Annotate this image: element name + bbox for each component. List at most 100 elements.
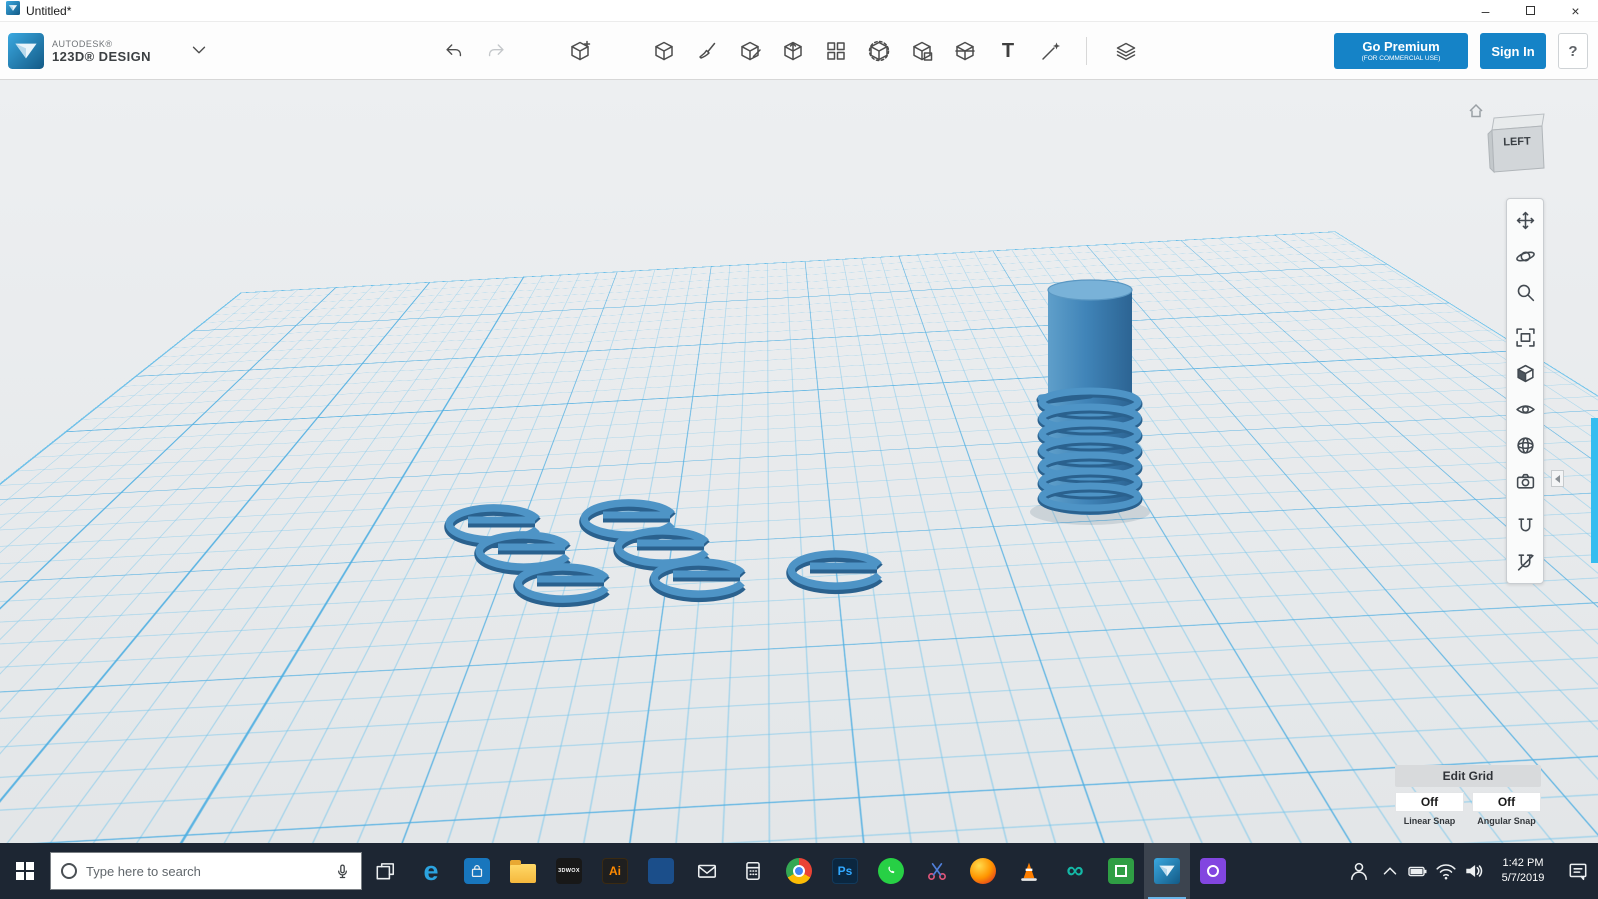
- snap-off-button[interactable]: [1507, 544, 1543, 580]
- loop-app-button[interactable]: ∞: [1052, 843, 1098, 899]
- snap-button[interactable]: [1507, 508, 1543, 544]
- brand-text: AUTODESK® 123D® DESIGN: [52, 39, 151, 64]
- calculator-icon: [746, 861, 760, 881]
- purple-app-button[interactable]: [1190, 843, 1236, 899]
- app-brand: AUTODESK® 123D® DESIGN: [8, 33, 151, 69]
- help-button[interactable]: ?: [1558, 33, 1588, 69]
- linear-snap-toggle[interactable]: Off: [1395, 792, 1464, 812]
- open-ring[interactable]: [518, 567, 606, 602]
- 123d-logo-icon: [8, 33, 44, 69]
- grouping-tool-button[interactable]: [861, 33, 897, 69]
- edit-grid-button[interactable]: Edit Grid: [1395, 765, 1541, 787]
- cortana-icon: [61, 863, 77, 879]
- main-menu-dropdown[interactable]: [188, 39, 212, 63]
- 123d-design-app-button[interactable]: [1144, 843, 1190, 899]
- folder-icon: [510, 859, 536, 883]
- screenshot-button[interactable]: [1507, 463, 1543, 499]
- restore-button[interactable]: [1508, 0, 1553, 21]
- pattern-tool-button[interactable]: [818, 33, 854, 69]
- combine-tool-button[interactable]: [904, 33, 940, 69]
- network-status[interactable]: [1432, 843, 1460, 899]
- pan-icon: [1516, 211, 1534, 229]
- visibility-button[interactable]: [1507, 391, 1543, 427]
- 3dwox-icon: 3DWOX: [556, 858, 582, 884]
- battery-status[interactable]: [1404, 843, 1432, 899]
- measure-tool-button[interactable]: [1033, 33, 1069, 69]
- 3dwox-app-button[interactable]: 3DWOX: [546, 843, 592, 899]
- material-tool-button[interactable]: [1108, 33, 1144, 69]
- start-button[interactable]: [0, 843, 50, 899]
- pan-button[interactable]: [1507, 202, 1543, 238]
- vlc-app-button[interactable]: [1006, 843, 1052, 899]
- calculator-app-button[interactable]: [730, 843, 776, 899]
- people-button[interactable]: [1342, 843, 1376, 899]
- construct-tool-button[interactable]: [732, 33, 768, 69]
- scissors-icon: [928, 863, 946, 880]
- modify-tool-button[interactable]: [775, 33, 811, 69]
- window-title: Untitled*: [26, 3, 72, 18]
- modify-icon: [784, 41, 802, 61]
- window-controls: – ×: [1463, 0, 1598, 21]
- firefox-app-button[interactable]: [960, 843, 1006, 899]
- illustrator-icon: Ai: [602, 858, 628, 884]
- mail-app-button[interactable]: [684, 843, 730, 899]
- sketch-tool-button[interactable]: [689, 33, 725, 69]
- tile-grid-icon: [648, 858, 674, 884]
- snip-app-button[interactable]: [914, 843, 960, 899]
- close-button[interactable]: ×: [1553, 0, 1598, 21]
- people-icon: [1351, 862, 1367, 881]
- home-icon[interactable]: [1469, 103, 1483, 118]
- minimize-button[interactable]: –: [1463, 0, 1508, 21]
- 3d-viewport[interactable]: LEFT Edit Grid Off Linear Snap Off Angul…: [0, 80, 1598, 843]
- view-mode-button[interactable]: [1507, 355, 1543, 391]
- snap-row: Off Linear Snap Off Angular Snap: [1395, 792, 1541, 826]
- magnet-icon: [1517, 517, 1533, 531]
- show-hidden-icons-button[interactable]: [1376, 843, 1404, 899]
- chrome-app-button[interactable]: [776, 843, 822, 899]
- grouping-icon: [868, 40, 890, 62]
- sign-in-button[interactable]: Sign In: [1480, 33, 1546, 69]
- text-tool-button[interactable]: T: [990, 33, 1026, 69]
- redo-button[interactable]: [478, 33, 514, 69]
- action-center-button[interactable]: [1558, 843, 1598, 899]
- photoshop-app-button[interactable]: Ps: [822, 843, 868, 899]
- zoom-to-fit-button[interactable]: [1507, 319, 1543, 355]
- angular-snap-toggle[interactable]: Off: [1472, 792, 1541, 812]
- open-ring[interactable]: [791, 554, 879, 589]
- system-tray: 1:42 PM 5/7/2019: [1342, 843, 1598, 899]
- zoom-button[interactable]: [1507, 274, 1543, 310]
- purple-app-icon: [1200, 858, 1226, 884]
- go-premium-button[interactable]: Go Premium (FOR COMMERCIAL USE): [1334, 33, 1468, 69]
- magnet-off-icon: [1517, 553, 1534, 571]
- taskbar-search-input[interactable]: [86, 863, 325, 879]
- threaded-cylinder[interactable]: [1036, 279, 1138, 515]
- orbit-button[interactable]: [1507, 238, 1543, 274]
- taskbar-search[interactable]: [50, 852, 362, 890]
- store-icon: [464, 858, 490, 884]
- view-cube[interactable]: LEFT: [1462, 98, 1554, 178]
- taskbar-clock[interactable]: 1:42 PM 5/7/2019: [1488, 856, 1558, 886]
- redo-icon: [488, 44, 504, 57]
- material-render-button[interactable]: [1507, 427, 1543, 463]
- transform-tool-button[interactable]: [562, 33, 598, 69]
- store-app-button[interactable]: [454, 843, 500, 899]
- edge-app-button[interactable]: e: [408, 843, 454, 899]
- task-view-button[interactable]: [362, 843, 408, 899]
- volume-status[interactable]: [1460, 843, 1488, 899]
- tool-group: T: [646, 33, 1069, 69]
- split-tool-button[interactable]: [947, 33, 983, 69]
- file-explorer-button[interactable]: [500, 843, 546, 899]
- open-ring[interactable]: [654, 562, 742, 597]
- navigation-side-toolbar: [1506, 198, 1544, 584]
- viewport-scrollbar[interactable]: [1591, 418, 1598, 563]
- primitives-tool-button[interactable]: [646, 33, 682, 69]
- collapse-panel-arrow[interactable]: [1551, 470, 1564, 487]
- green-app-button[interactable]: [1098, 843, 1144, 899]
- toolbar-divider: [1086, 37, 1087, 65]
- whatsapp-app-button[interactable]: [868, 843, 914, 899]
- microphone-icon[interactable]: [334, 863, 351, 880]
- undo-button[interactable]: [436, 33, 472, 69]
- illustrator-app-button[interactable]: Ai: [592, 843, 638, 899]
- photos-app-button[interactable]: [638, 843, 684, 899]
- view-cube-face-label: LEFT: [1503, 135, 1531, 149]
